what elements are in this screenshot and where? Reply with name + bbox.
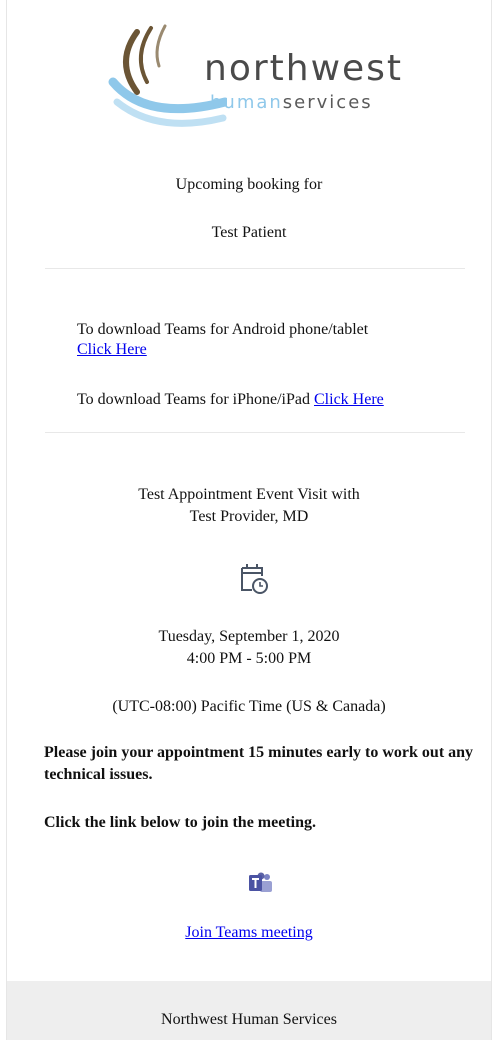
appointment-datetime: Tuesday, September 1, 2020 4:00 PM - 5:0… — [158, 628, 340, 667]
footer: Northwest Human Services — [7, 981, 491, 1040]
join-meeting: Join Teams meeting — [7, 924, 491, 942]
logo-subtitle: humanservices — [210, 92, 373, 113]
booking-heading: Upcoming booking for — [175, 176, 323, 193]
teams-icon — [248, 872, 274, 899]
divider — [45, 268, 465, 269]
patient-name: Test Patient — [211, 224, 287, 241]
join-teams-meeting-link[interactable]: Join Teams meeting — [185, 924, 312, 941]
iphone-download-link[interactable]: Click Here — [314, 391, 384, 408]
android-download-link[interactable]: Click Here — [77, 341, 147, 358]
calendar-clock-icon — [239, 562, 269, 599]
appointment-timezone: (UTC-08:00) Pacific Time (US & Canada) — [112, 698, 386, 715]
join-instructions: Click the link below to join the meeting… — [44, 814, 316, 831]
android-download: To download Teams for Android phone/tabl… — [77, 321, 369, 358]
footer-org-name: Northwest Human Services — [161, 1011, 337, 1028]
early-join-notice: Please join your appointment 15 minutes … — [44, 744, 474, 783]
divider — [45, 432, 465, 433]
northwest-logo: northwest humanservices — [107, 22, 407, 132]
iphone-download: To download Teams for iPhone/iPad Click … — [77, 391, 384, 408]
email-body: northwest humanservices Upcoming booking… — [6, 0, 492, 1040]
logo-wordmark: northwest — [204, 48, 404, 89]
appointment-title: Test Appointment Event Visit with Test P… — [138, 486, 360, 525]
